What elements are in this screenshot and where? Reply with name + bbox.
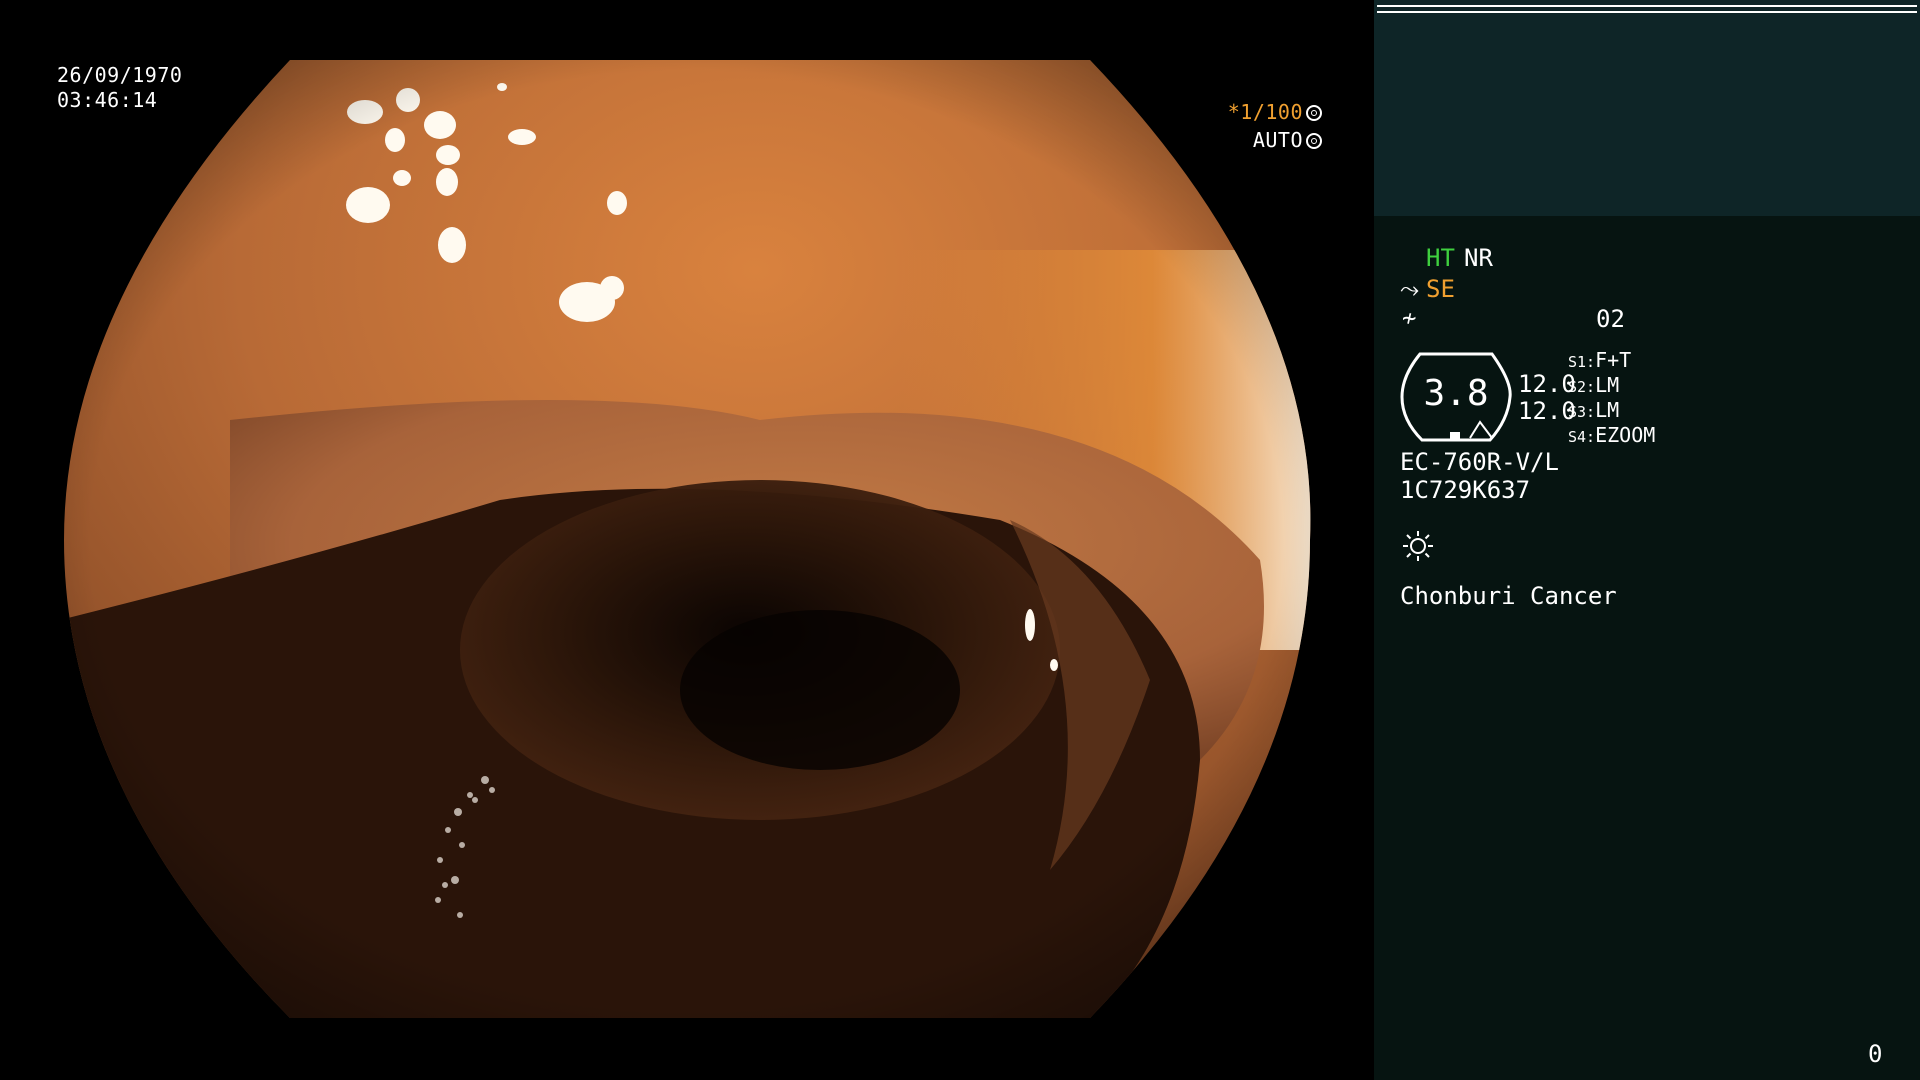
- scope-model: EC-760R-V/L: [1400, 448, 1559, 476]
- exam-time: 03:46:14: [57, 88, 158, 112]
- switch-key: S4:: [1568, 428, 1596, 446]
- endoscopic-image: [64, 60, 1311, 1018]
- switch-value: LM: [1595, 373, 1620, 397]
- shutter-mode: AUTO: [1252, 128, 1303, 152]
- mode-ht: HT: [1426, 244, 1455, 272]
- switch-value: EZOOM: [1595, 423, 1656, 447]
- switch-s2: S2:LM: [1568, 373, 1619, 400]
- switch-s1: S1:F+T: [1568, 348, 1631, 375]
- institution-name: Chonburi Cancer: [1400, 582, 1617, 610]
- shutter-speed: *1/100: [1227, 100, 1303, 124]
- scope-serial-number: 1C729K637: [1400, 476, 1531, 504]
- switch-value: F+T: [1595, 348, 1632, 372]
- gauge-value: 3.8: [1423, 373, 1489, 414]
- date-time-readout: 26/09/1970 03:46:14: [57, 63, 182, 113]
- switch-s3: S3:LM: [1568, 398, 1619, 425]
- shutter-wheel-icon: [1306, 105, 1322, 121]
- mode-se: SE: [1426, 275, 1455, 303]
- exam-date: 26/09/1970: [57, 63, 183, 87]
- light-source-icon: [1403, 531, 1433, 561]
- mode-nr: NR: [1464, 244, 1493, 272]
- shutter-readout: *1/100 AUTO: [1228, 98, 1322, 154]
- image-counter: 0: [1868, 1040, 1883, 1068]
- switch-key: S3:: [1568, 403, 1596, 421]
- info-side-panel: HT NR ⤳ SE ≁ 02 3.8 12.0 12.0 S1:F+T S2:…: [1374, 0, 1920, 1080]
- switch-key: S1:: [1568, 353, 1596, 371]
- structure-enhancement-icon: ≁: [1402, 304, 1417, 332]
- switch-key: S2:: [1568, 378, 1596, 396]
- memory-number: 02: [1596, 305, 1625, 333]
- switch-value: LM: [1595, 398, 1620, 422]
- enhance-icon: ⤳: [1400, 275, 1420, 303]
- endoscope-image-view: 26/09/1970 03:46:14 *1/100 AUTO: [0, 0, 1374, 1080]
- iris-icon: [1306, 133, 1322, 149]
- switch-s4: S4:EZOOM: [1568, 423, 1655, 450]
- panel-header-area: [1374, 0, 1920, 216]
